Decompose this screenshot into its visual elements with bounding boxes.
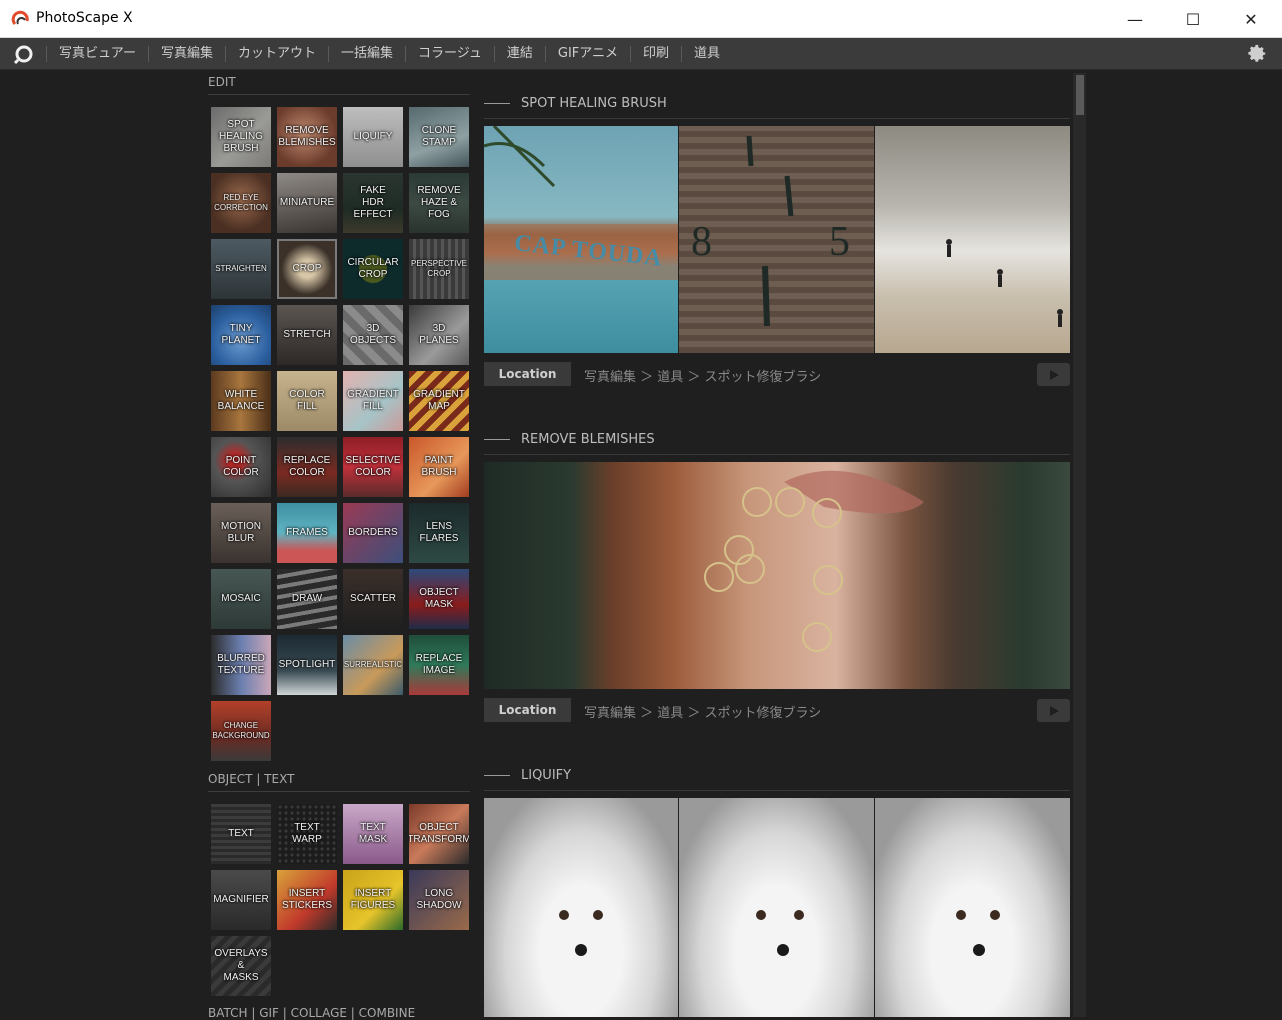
menu-print[interactable]: 印刷 — [630, 46, 681, 62]
tool-remove-blemishes[interactable]: REMOVE BLEMISHES — [277, 107, 337, 167]
heading-dash — [484, 103, 510, 104]
tool-spot-healing-brush[interactable]: SPOT HEALING BRUSH — [211, 107, 271, 167]
menu-photo-viewer[interactable]: 写真ビュアー — [46, 46, 148, 62]
menu-tools[interactable]: 道具 — [681, 46, 732, 62]
play-icon — [1049, 369, 1059, 380]
tool-selective-color[interactable]: SELECTIVE COLOR — [343, 437, 403, 497]
home-icon[interactable] — [13, 44, 35, 64]
tool-frames[interactable]: FRAMES — [277, 503, 337, 563]
tool-gradient-fill[interactable]: GRADIENT FILL — [343, 371, 403, 431]
tool-object-transform[interactable]: OBJECT TRANSFORM — [409, 804, 469, 864]
maximize-button[interactable]: ☐ — [1164, 0, 1222, 38]
object-text-section-heading: OBJECT | TEXT — [208, 772, 295, 786]
tool-gradient-map[interactable]: GRADIENT MAP — [409, 371, 469, 431]
menu-combine[interactable]: 連結 — [493, 46, 545, 62]
feature-divider — [484, 790, 1070, 791]
tool-surrealistic[interactable]: SURREALISTIC — [343, 635, 403, 695]
tool-insert-stickers[interactable]: INSERT STICKERS — [277, 870, 337, 930]
tool-magnifier[interactable]: MAGNIFIER — [211, 870, 271, 930]
close-button[interactable]: ✕ — [1222, 0, 1280, 38]
main-menu-bar: 写真ビュアー 写真編集 カットアウト 一括編集 コラージュ 連結 GIFアニメ … — [0, 38, 1282, 70]
tool-lens-flares[interactable]: LENS FLARES — [409, 503, 469, 563]
edit-section-heading: EDIT — [208, 75, 236, 89]
heading-dash — [484, 439, 510, 440]
tool-text-warp[interactable]: TEXT WARP — [277, 804, 337, 864]
tool-stretch[interactable]: STRETCH — [277, 305, 337, 365]
example-photo-fox-3 — [875, 798, 1070, 1017]
menu-cut-out[interactable]: カットアウト — [224, 46, 328, 62]
tool-replace-color[interactable]: REPLACE COLOR — [277, 437, 337, 497]
menu-gif[interactable]: GIFアニメ — [544, 46, 630, 62]
tool-text-mask[interactable]: TEXT MASK — [343, 804, 403, 864]
tool-remove-haze-fog[interactable]: REMOVE HAZE & FOG — [409, 173, 469, 233]
tool-crop[interactable]: CROP — [277, 239, 337, 299]
minimize-button[interactable]: — — [1106, 0, 1164, 38]
tool-object-mask[interactable]: OBJECT MASK — [409, 569, 469, 629]
gear-icon[interactable] — [1246, 43, 1268, 65]
tool-point-color[interactable]: POINT COLOR — [211, 437, 271, 497]
tool-clone-stamp[interactable]: CLONE STAMP — [409, 107, 469, 167]
tool-blurred-texture[interactable]: BLURRED TEXTURE — [211, 635, 271, 695]
feature-divider — [484, 454, 1070, 455]
location-button[interactable]: Location — [484, 698, 571, 722]
tool-spotlight[interactable]: SPOTLIGHT — [277, 635, 337, 695]
tool-overlays-masks[interactable]: OVERLAYS & MASKS — [211, 936, 271, 996]
feature-heading-liquify: LIQUIFY — [484, 768, 571, 783]
object-text-section-divider — [208, 791, 470, 792]
edit-section-divider — [208, 94, 470, 95]
tool-insert-figures[interactable]: INSERT FIGURES — [343, 870, 403, 930]
menu-photo-editor[interactable]: 写真編集 — [147, 46, 225, 62]
tool-color-fill[interactable]: COLOR FILL — [277, 371, 337, 431]
play-icon — [1049, 705, 1059, 716]
location-button[interactable]: Location — [484, 362, 571, 386]
photoscape-logo-icon — [11, 10, 29, 26]
heading-dash — [484, 775, 510, 776]
tool-draw[interactable]: DRAW — [277, 569, 337, 629]
example-photo-boat: CAP TOUDA — [484, 126, 678, 353]
window-title: PhotoScape X — [36, 10, 133, 26]
example-photo-face — [484, 462, 1070, 689]
feature-heading-spot-healing: SPOT HEALING BRUSH — [484, 96, 667, 111]
tool-change-background[interactable]: CHANGE BACKGROUND — [211, 701, 271, 761]
feature-divider — [484, 118, 1070, 119]
example-photo-fox-2 — [679, 798, 874, 1017]
tool-scatter[interactable]: SCATTER — [343, 569, 403, 629]
play-video-button[interactable] — [1037, 363, 1070, 386]
batch-section-heading: BATCH | GIF | COLLAGE | COMBINE — [208, 1006, 416, 1020]
tool-paint-brush[interactable]: PAINT BRUSH — [409, 437, 469, 497]
scrollbar-thumb[interactable] — [1076, 75, 1084, 115]
tool-text[interactable]: TEXT — [211, 804, 271, 864]
menu-batch[interactable]: 一括編集 — [328, 46, 405, 62]
tool-white-balance[interactable]: WHITE BALANCE — [211, 371, 271, 431]
tool-miniature[interactable]: MINIATURE — [277, 173, 337, 233]
feature-heading-remove-blemishes: REMOVE BLEMISHES — [484, 432, 655, 447]
tool-straighten[interactable]: STRAIGHTEN — [211, 239, 271, 299]
tool-red-eye-correction[interactable]: RED EYE CORRECTION — [211, 173, 271, 233]
example-photo-brick-clock: 8 5 — [679, 126, 874, 353]
tool-tiny-planet[interactable]: TINY PLANET — [211, 305, 271, 365]
tool-borders[interactable]: BORDERS — [343, 503, 403, 563]
location-path: 写真編集 ＞ 道具 ＞ スポット修復ブラシ — [584, 370, 822, 385]
example-photo-beach — [875, 126, 1070, 353]
tool-liquify[interactable]: LIQUIFY — [343, 107, 403, 167]
tool-mosaic[interactable]: MOSAIC — [211, 569, 271, 629]
feature-panel-scrollbar[interactable] — [1073, 73, 1086, 1017]
play-video-button[interactable] — [1037, 699, 1070, 722]
title-bar: PhotoScape X — ☐ ✕ — [0, 0, 1282, 38]
example-photo-fox-1 — [484, 798, 678, 1017]
tool-long-shadow[interactable]: LONG SHADOW — [409, 870, 469, 930]
tool-circular-crop[interactable]: CIRCULAR CROP — [343, 239, 403, 299]
menu-collage[interactable]: コラージュ — [405, 46, 494, 62]
tool-replace-image[interactable]: REPLACE IMAGE — [409, 635, 469, 695]
tool-perspective-crop[interactable]: PERSPECTIVE CROP — [409, 239, 469, 299]
location-path: 写真編集 ＞ 道具 ＞ スポット修復ブラシ — [584, 706, 822, 721]
tool-motion-blur[interactable]: MOTION BLUR — [211, 503, 271, 563]
tool-3d-planes[interactable]: 3D PLANES — [409, 305, 469, 365]
tool-fake-hdr-effect[interactable]: FAKE HDR EFFECT — [343, 173, 403, 233]
tool-3d-objects[interactable]: 3D OBJECTS — [343, 305, 403, 365]
